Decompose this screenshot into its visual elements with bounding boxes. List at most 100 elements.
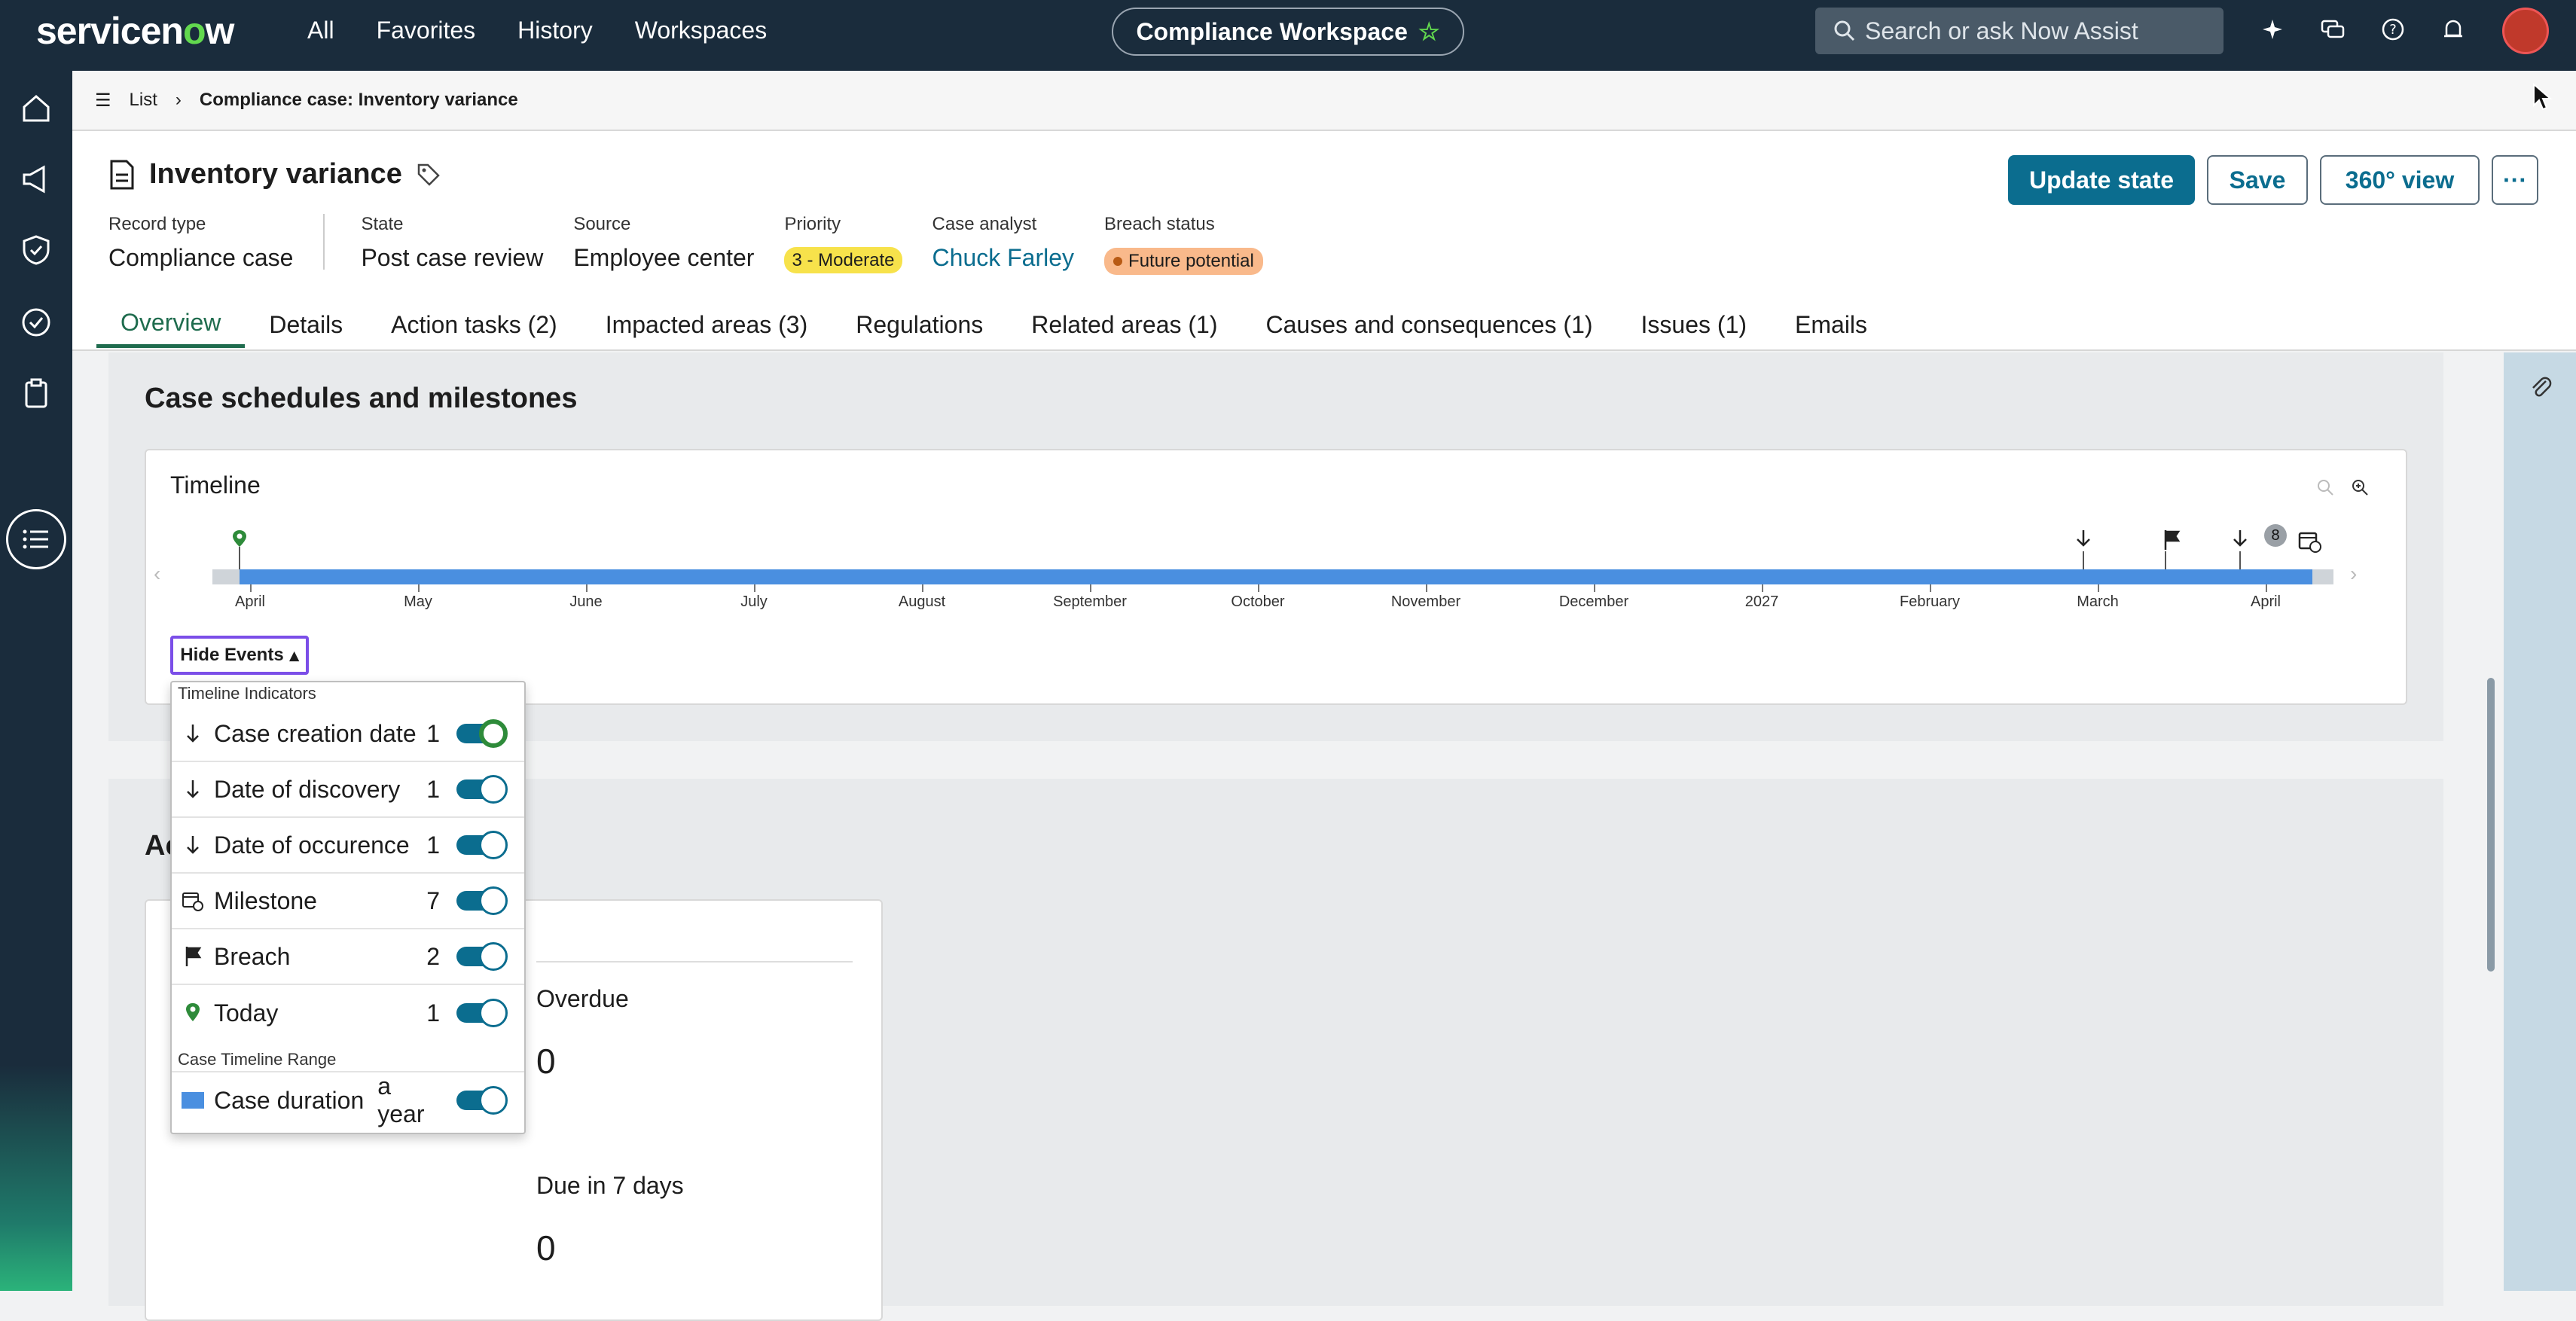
zoom-in-icon[interactable] bbox=[2350, 477, 2370, 497]
month-tick bbox=[250, 584, 252, 592]
workspace-pill[interactable]: Compliance Workspace ☆ bbox=[1112, 8, 1464, 56]
breach-flag-icon[interactable] bbox=[2162, 529, 2181, 569]
due7-value[interactable]: 0 bbox=[536, 1228, 556, 1268]
help-icon[interactable]: ? bbox=[2380, 17, 2406, 42]
tab-details[interactable]: Details bbox=[245, 301, 367, 348]
event-row-case-duration: Case duration a year bbox=[172, 1072, 524, 1128]
notification-bell-icon[interactable] bbox=[2440, 17, 2466, 42]
event-count: 2 bbox=[426, 942, 440, 970]
timeline-prev-icon[interactable]: ‹ bbox=[154, 562, 160, 586]
analyst-link[interactable]: Chuck Farley bbox=[932, 244, 1075, 272]
events-dropdown-panel: Timeline Indicators Case creation date 1… bbox=[170, 681, 526, 1134]
tab-regulations[interactable]: Regulations bbox=[832, 301, 1007, 348]
more-options-button[interactable]: ··· bbox=[2492, 155, 2538, 205]
record-fields: Record type Compliance case State Post c… bbox=[108, 214, 1293, 275]
tab-emails[interactable]: Emails bbox=[1771, 301, 1891, 348]
global-search-input[interactable]: Search or ask Now Assist bbox=[1815, 8, 2223, 54]
event-row-discovery: Date of discovery 1 bbox=[172, 762, 524, 818]
now-assist-sparkle-icon[interactable] bbox=[2260, 17, 2285, 42]
360-view-button[interactable]: 360° view bbox=[2320, 155, 2480, 205]
event-label: Breach bbox=[214, 942, 291, 970]
month-tick bbox=[1930, 584, 1931, 592]
milestone-calendar-icon bbox=[172, 889, 214, 912]
star-icon[interactable]: ☆ bbox=[1418, 17, 1440, 46]
chat-icon[interactable] bbox=[2320, 17, 2346, 42]
record-tabs: Overview Details Action tasks (2) Impact… bbox=[96, 301, 1891, 348]
top-nav-menu: All Favorites History Workspaces bbox=[307, 17, 767, 44]
event-label: Date of discovery bbox=[214, 775, 401, 803]
overdue-value[interactable]: 0 bbox=[536, 1041, 556, 1082]
event-toggle[interactable] bbox=[456, 942, 508, 971]
paperclip-icon[interactable] bbox=[2528, 374, 2553, 399]
tab-related-areas[interactable]: Related areas (1) bbox=[1007, 301, 1241, 348]
month-label: February bbox=[1899, 593, 1961, 610]
month-tick bbox=[586, 584, 588, 592]
hide-events-button[interactable]: Hide Events ▴ bbox=[170, 636, 309, 675]
month-label: November bbox=[1390, 593, 1461, 610]
list-icon[interactable] bbox=[18, 521, 54, 557]
tab-impacted-areas[interactable]: Impacted areas (3) bbox=[581, 301, 832, 348]
mouse-cursor-icon bbox=[2533, 83, 2553, 111]
megaphone-icon[interactable] bbox=[18, 161, 54, 197]
duration-value: a year bbox=[377, 1072, 425, 1127]
save-button[interactable]: Save bbox=[2207, 155, 2308, 205]
nav-workspaces[interactable]: Workspaces bbox=[635, 17, 767, 44]
arrow-down-marker-icon[interactable] bbox=[2231, 529, 2249, 569]
month-tick bbox=[1426, 584, 1427, 592]
location-pin-icon bbox=[172, 1002, 214, 1024]
event-count: 1 bbox=[426, 831, 440, 859]
duration-toggle[interactable] bbox=[456, 1086, 508, 1115]
due7-label: Due in 7 days bbox=[536, 1172, 684, 1199]
milestone-calendar-icon[interactable] bbox=[2297, 529, 2323, 554]
tab-action-tasks[interactable]: Action tasks (2) bbox=[367, 301, 581, 348]
event-count: 1 bbox=[426, 999, 440, 1027]
arrow-down-marker-icon[interactable] bbox=[2074, 529, 2092, 569]
update-state-button[interactable]: Update state bbox=[2008, 155, 2195, 205]
user-avatar[interactable] bbox=[2502, 8, 2549, 54]
clipboard-icon[interactable] bbox=[18, 375, 54, 411]
field-source: Source Employee center bbox=[573, 214, 784, 275]
month-label: July bbox=[740, 593, 768, 610]
event-row-breach: Breach 2 bbox=[172, 929, 524, 985]
overdue-label: Overdue bbox=[536, 985, 629, 1012]
month-tick bbox=[2098, 584, 2099, 592]
tab-issues[interactable]: Issues (1) bbox=[1617, 301, 1771, 348]
today-pin-icon[interactable] bbox=[230, 529, 249, 569]
month-tick bbox=[922, 584, 923, 592]
month-label: April bbox=[234, 593, 266, 610]
servicenow-logo[interactable]: servicenow bbox=[36, 9, 234, 53]
nav-history[interactable]: History bbox=[517, 17, 593, 44]
cluster-count-badge[interactable]: 8 bbox=[2264, 524, 2287, 547]
tab-causes-consequences[interactable]: Causes and consequences (1) bbox=[1241, 301, 1616, 348]
timeline-next-icon[interactable]: › bbox=[2350, 562, 2357, 586]
month-tick bbox=[1090, 584, 1091, 592]
check-circle-icon[interactable] bbox=[18, 304, 54, 340]
month-tick bbox=[2266, 584, 2267, 592]
timeline-title: Timeline bbox=[170, 471, 261, 499]
breach-value: Future potential bbox=[1128, 251, 1254, 271]
nav-favorites[interactable]: Favorites bbox=[377, 17, 476, 44]
nav-all[interactable]: All bbox=[307, 17, 334, 44]
page-scrollbar[interactable] bbox=[2487, 678, 2495, 972]
top-navigation-bar: servicenow All Favorites History Workspa… bbox=[0, 0, 2576, 71]
event-toggle[interactable] bbox=[456, 999, 508, 1027]
top-icons: ? bbox=[2260, 17, 2466, 42]
tab-overview[interactable]: Overview bbox=[96, 301, 246, 348]
state-value: Post case review bbox=[361, 244, 544, 271]
event-toggle[interactable] bbox=[456, 886, 508, 915]
tag-icon[interactable] bbox=[416, 162, 441, 188]
timeline-bar bbox=[212, 569, 2333, 584]
event-label: Case creation date bbox=[214, 719, 417, 747]
month-label: May bbox=[404, 593, 432, 610]
breadcrumb-list[interactable]: List bbox=[130, 90, 157, 111]
schedule-title: Case schedules and milestones bbox=[145, 383, 578, 414]
list-menu-icon[interactable]: ☰ bbox=[95, 90, 111, 111]
event-toggle[interactable] bbox=[456, 831, 508, 859]
zoom-out-icon[interactable] bbox=[2315, 477, 2335, 497]
caret-up-icon: ▴ bbox=[289, 645, 299, 666]
arrow-down-icon bbox=[172, 722, 214, 745]
shield-icon[interactable] bbox=[18, 232, 54, 268]
event-toggle[interactable] bbox=[456, 719, 508, 748]
home-icon[interactable] bbox=[18, 90, 54, 127]
event-toggle[interactable] bbox=[456, 775, 508, 804]
